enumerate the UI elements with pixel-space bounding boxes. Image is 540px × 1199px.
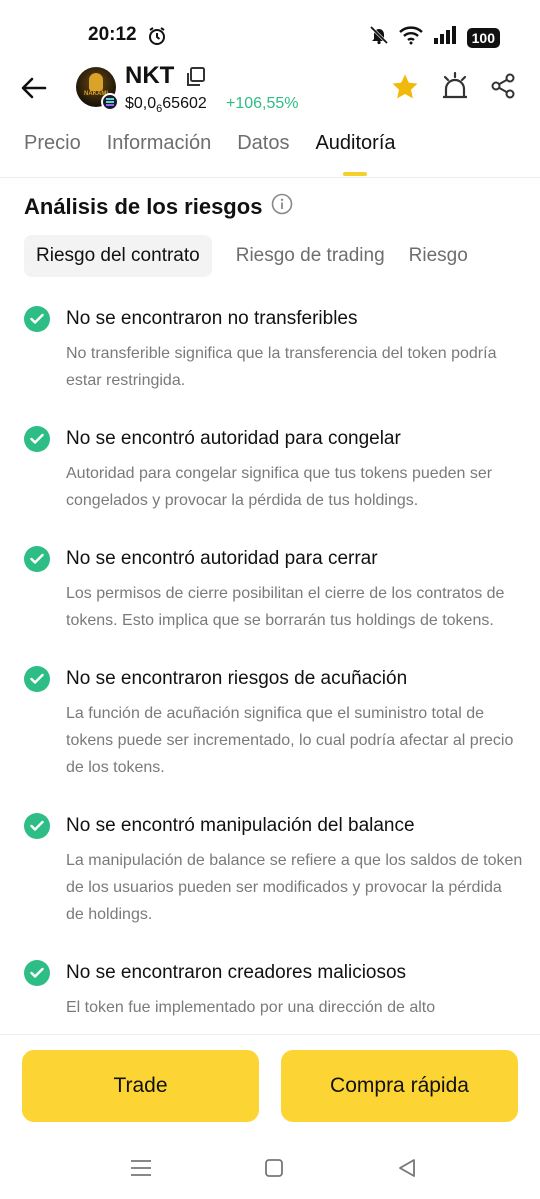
token-symbol: NKT bbox=[125, 62, 175, 89]
list-item: No se encontró manipulación del balance … bbox=[24, 809, 524, 928]
risk-description: El token fue implementado por una direcc… bbox=[66, 999, 436, 1016]
back-triangle-icon[interactable] bbox=[397, 1158, 417, 1183]
risk-sub-tabs: Riesgo del contrato Riesgo de trading Ri… bbox=[24, 235, 540, 277]
quick-buy-button[interactable]: Compra rápida bbox=[281, 1050, 518, 1122]
signal-icon bbox=[433, 25, 457, 50]
home-icon[interactable] bbox=[264, 1158, 284, 1183]
favorite-star-icon[interactable] bbox=[390, 72, 420, 107]
back-button[interactable] bbox=[18, 72, 50, 104]
risk-title: No se encontraron creadores maliciosos bbox=[66, 962, 407, 983]
check-circle-icon bbox=[24, 306, 50, 332]
token-header: NAKAMI NKT $0,0665602 +106,55% bbox=[0, 60, 540, 120]
menu-icon[interactable] bbox=[130, 1158, 152, 1183]
section-title: Análisis de los riesgos bbox=[24, 193, 293, 221]
list-item: No se encontraron riesgos de acuñación L… bbox=[24, 662, 524, 781]
list-item: No se encontraron no transferibles No tr… bbox=[24, 302, 524, 394]
check-circle-icon bbox=[24, 813, 50, 839]
tabs-divider bbox=[0, 177, 540, 178]
risk-description: Los permisos de cierre posibilitan el ci… bbox=[66, 585, 505, 629]
check-circle-icon bbox=[24, 426, 50, 452]
list-item: No se encontró autoridad para congelar A… bbox=[24, 422, 524, 514]
token-price: $0,0665602 bbox=[125, 95, 207, 116]
check-circle-icon bbox=[24, 666, 50, 692]
risk-list: No se encontraron no transferibles No tr… bbox=[24, 302, 524, 1034]
solana-chain-icon bbox=[101, 93, 119, 111]
risk-description: Autoridad para congelar significa que tu… bbox=[66, 465, 493, 509]
price-change: +106,55% bbox=[226, 95, 299, 112]
arrow-left-icon bbox=[21, 77, 47, 99]
risk-description: No transferible significa que la transfe… bbox=[66, 345, 497, 389]
main-tabs: Precio Información Datos Auditoría bbox=[24, 132, 422, 178]
list-item: No se encontró autoridad para cerrar Los… bbox=[24, 542, 524, 634]
risk-title: No se encontró autoridad para congelar bbox=[66, 428, 401, 449]
tab-precio[interactable]: Precio bbox=[24, 132, 81, 178]
subtab-riesgo-contrato[interactable]: Riesgo del contrato bbox=[24, 235, 212, 277]
subtab-riesgo-more[interactable]: Riesgo bbox=[409, 235, 468, 277]
check-circle-icon bbox=[24, 960, 50, 986]
alarm-icon bbox=[147, 26, 167, 51]
system-nav-bar bbox=[0, 1155, 540, 1185]
status-icons: 100 bbox=[369, 25, 500, 50]
price-alert-icon[interactable] bbox=[440, 70, 470, 107]
tab-auditoria[interactable]: Auditoría bbox=[315, 132, 395, 178]
mute-icon bbox=[369, 25, 389, 50]
risk-title: No se encontró autoridad para cerrar bbox=[66, 548, 378, 569]
copy-icon[interactable] bbox=[184, 66, 206, 93]
risk-title: No se encontraron no transferibles bbox=[66, 308, 358, 329]
tab-datos[interactable]: Datos bbox=[237, 132, 289, 178]
risk-title: No se encontró manipulación del balance bbox=[66, 815, 415, 836]
tab-informacion[interactable]: Información bbox=[107, 132, 212, 178]
battery-indicator: 100 bbox=[466, 27, 500, 48]
wifi-icon bbox=[398, 25, 423, 50]
info-icon[interactable] bbox=[271, 193, 293, 221]
risk-title: No se encontraron riesgos de acuñación bbox=[66, 668, 408, 689]
subtab-riesgo-trading[interactable]: Riesgo de trading bbox=[236, 235, 385, 277]
bottom-action-bar: Trade Compra rápida bbox=[0, 1034, 540, 1199]
share-icon[interactable] bbox=[489, 72, 517, 105]
list-item: No se encontraron creadores maliciosos E… bbox=[24, 956, 524, 1021]
trade-button[interactable]: Trade bbox=[22, 1050, 259, 1122]
section-title-text: Análisis de los riesgos bbox=[24, 194, 263, 219]
check-circle-icon bbox=[24, 546, 50, 572]
risk-description: La función de acuñación significa que el… bbox=[66, 705, 514, 776]
risk-description: La manipulación de balance se refiere a … bbox=[66, 852, 523, 923]
status-time: 20:12 bbox=[88, 24, 137, 45]
